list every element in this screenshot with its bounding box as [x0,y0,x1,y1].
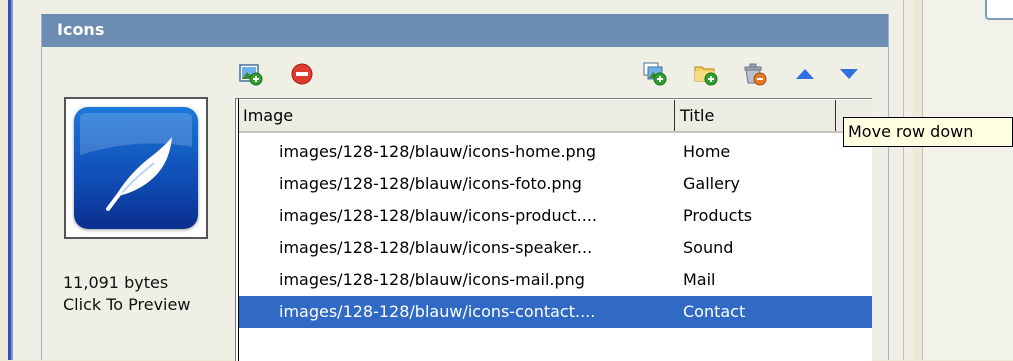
window-left-edge [0,0,8,360]
move-row-up-button[interactable] [793,62,817,86]
file-size-text: 11,091 bytes [63,273,169,292]
remove-icon [291,63,313,85]
add-multiple-images-button[interactable] [643,62,667,86]
table-row[interactable]: images/128-128/blauw/icons-home.png Home [239,136,872,168]
table-row[interactable]: images/128-128/blauw/icons-product.... P… [239,200,872,232]
table-row[interactable]: images/128-128/blauw/icons-foto.png Gall… [239,168,872,200]
cell-image: images/128-128/blauw/icons-foto.png [279,174,582,193]
cell-title: Gallery [683,174,740,193]
cell-image: images/128-128/blauw/icons-product.... [279,206,597,225]
cell-title: Home [683,142,731,161]
clear-all-icon [744,63,767,86]
panel-title: Icons [57,20,105,39]
cell-title: Mail [683,270,716,289]
add-image-button[interactable] [239,62,263,86]
feather-icon [80,113,192,211]
move-row-up-icon [796,69,814,79]
add-folder-icon [694,66,718,86]
splitter[interactable] [903,0,904,360]
cell-title: Contact [683,302,746,321]
grid-header: Image Title [239,100,872,133]
icon-preview[interactable] [64,97,208,239]
move-row-down-icon [840,69,858,79]
tooltip: Move row down [843,117,1013,147]
cell-image: images/128-128/blauw/icons-mail.png [279,270,585,289]
add-image-icon [239,64,263,86]
right-partial-control[interactable] [985,0,1013,20]
right-side-area [923,0,1013,360]
remove-button[interactable] [290,62,314,86]
panel-header: Icons [42,14,888,47]
cell-title: Products [683,206,753,225]
add-multiple-images-icon [643,62,667,86]
cell-image: images/128-128/blauw/icons-speaker... [279,238,593,257]
cell-image: images/128-128/blauw/icons-home.png [279,142,597,161]
cell-title: Sound [683,238,734,257]
move-row-down-button[interactable] [837,62,861,86]
preview-image [74,107,198,229]
cell-image: images/128-128/blauw/icons-contact.... [279,302,596,321]
file-info: 11,091 bytes Click To Preview [63,272,190,316]
column-header-image[interactable]: Image [239,100,675,131]
table-row-selected[interactable]: images/128-128/blauw/icons-contact.... C… [239,296,872,328]
column-header-title[interactable]: Title [676,100,836,131]
icons-grid[interactable]: Image Title images/128-128/blauw/icons-h… [235,98,872,361]
add-folder-button[interactable] [694,62,718,86]
table-row[interactable]: images/128-128/blauw/icons-mail.png Mail [239,264,872,296]
clear-all-button[interactable] [743,62,767,86]
click-to-preview-text[interactable]: Click To Preview [63,294,190,316]
table-row[interactable]: images/128-128/blauw/icons-speaker... So… [239,232,872,264]
